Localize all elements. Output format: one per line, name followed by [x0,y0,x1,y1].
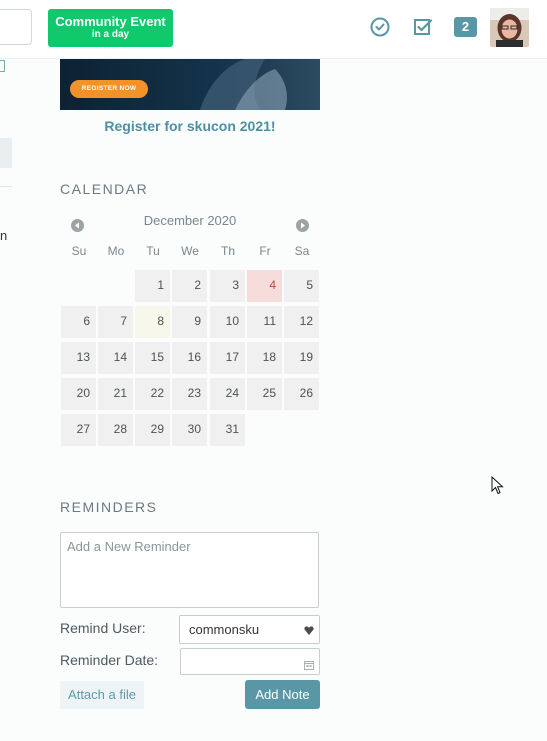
weekday-label: Su [71,244,87,258]
remind-user-label: Remind User: [60,620,146,636]
calendar-day[interactable]: 8 [135,306,170,338]
new-reminder-placeholder: Add a New Reminder [67,539,191,554]
calendar-day[interactable]: 9 [172,306,207,338]
avatar[interactable] [490,8,529,47]
reminders-title: REMINDERS [60,499,158,515]
new-reminder-textarea[interactable]: Add a New Reminder [60,532,319,608]
calendar-day[interactable]: 29 [135,414,170,446]
clock-check-icon[interactable] [369,16,391,38]
calendar-day[interactable]: 18 [247,342,282,374]
skucon-banner[interactable]: REGISTER NOW [60,59,320,110]
sidebar-item[interactable] [0,138,12,168]
search-input[interactable] [0,9,32,45]
notification-badge[interactable]: 2 [454,17,477,37]
weekday-label: Sa [294,244,310,258]
edit-check-icon[interactable] [412,16,434,38]
reminder-date-input[interactable] [180,648,320,675]
calendar-day[interactable]: 23 [172,378,207,410]
calendar-day[interactable]: 4 [247,270,282,302]
calendar-day[interactable]: 11 [247,306,282,338]
calendar-month-label: December 2020 [143,213,237,228]
add-note-button[interactable]: Add Note [245,680,320,709]
attach-file-button[interactable]: Attach a file [60,681,144,709]
calendar-day[interactable]: 30 [172,414,207,446]
top-bar: Community Event in a day 2 [0,0,547,59]
calendar-day[interactable]: 22 [135,378,170,410]
weekday-label: Fr [259,244,271,258]
register-now-button[interactable]: REGISTER NOW [70,80,148,98]
calendar-day[interactable]: 6 [61,306,96,338]
calendar-day[interactable]: 16 [172,342,207,374]
calendar-day[interactable]: 14 [98,342,133,374]
calendar-day[interactable]: 2 [172,270,207,302]
calendar-day[interactable]: 3 [210,270,245,302]
weekday-label: Mo [107,244,125,258]
register-skucon-link[interactable]: Register for skucon 2021! [60,118,320,134]
calendar-day[interactable]: 7 [98,306,133,338]
calendar-day[interactable]: 21 [98,378,133,410]
calendar-day[interactable]: 17 [210,342,245,374]
calendar-title: CALENDAR [60,181,149,197]
event-button-line2: in a day [91,29,130,40]
calendar-day[interactable]: 13 [61,342,96,374]
calendar-day[interactable]: 25 [247,378,282,410]
calendar-day[interactable]: 27 [61,414,96,446]
remind-user-select[interactable]: commonsku [179,615,320,644]
calendar-day[interactable]: 1 [135,270,170,302]
community-event-button[interactable]: Community Event in a day [48,9,173,47]
calendar-day[interactable]: 20 [61,378,96,410]
event-button-line1: Community Event [55,14,166,29]
weekday-label: We [181,244,199,258]
calendar-day[interactable]: 15 [135,342,170,374]
sidebar-text-fragment: n [0,228,8,243]
remind-user-value: commonsku [189,622,260,637]
mouse-cursor-icon [491,475,504,496]
sidebar-edge-icon [0,60,5,72]
calendar-day[interactable]: 31 [210,414,245,446]
calendar-day[interactable]: 24 [210,378,245,410]
weekday-label: Th [220,244,235,258]
calendar-day[interactable]: 10 [210,306,245,338]
calendar-icon[interactable] [304,657,314,670]
sidebar-divider [0,186,12,187]
weekday-label: Tu [146,244,160,258]
chevron-down-icon [304,624,314,635]
calendar-day[interactable]: 5 [284,270,319,302]
calendar-day[interactable]: 12 [284,306,319,338]
calendar-day[interactable]: 19 [284,342,319,374]
next-month-icon[interactable] [296,219,309,232]
calendar-day[interactable]: 28 [98,414,133,446]
reminder-date-label: Reminder Date: [60,652,159,668]
calendar-day[interactable]: 26 [284,378,319,410]
